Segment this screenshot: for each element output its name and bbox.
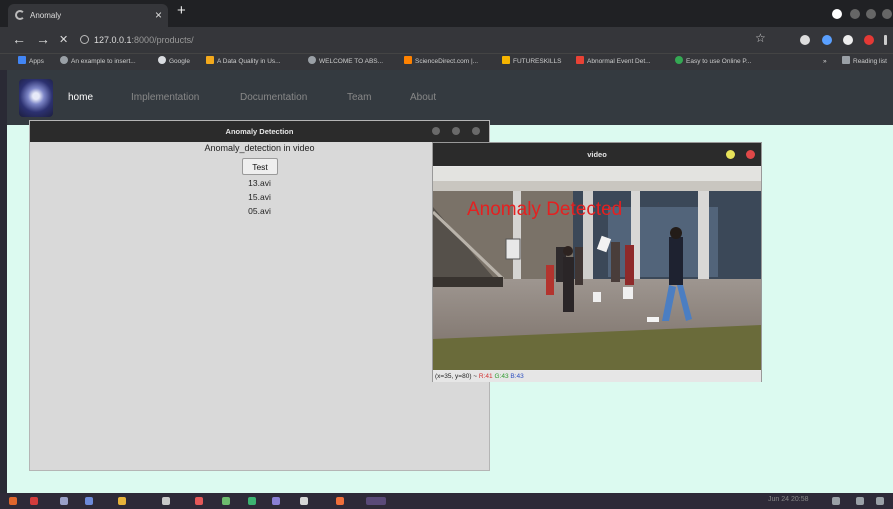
tab-close-icon[interactable]: ×: [155, 4, 162, 27]
taskbar-app-icon[interactable]: [248, 497, 256, 505]
elsevier-icon: [404, 56, 412, 64]
bookmark-item[interactable]: ScienceDirect.com |...: [404, 56, 478, 68]
bookmark-favicon: [576, 56, 584, 64]
extension-icon[interactable]: [800, 35, 810, 45]
taskbar-app-icon[interactable]: [30, 497, 38, 505]
bookmark-favicon: [675, 56, 683, 64]
status-coords: (x=35, y=80) ~: [435, 373, 478, 380]
site-info-icon[interactable]: [80, 35, 89, 44]
start-menu-icon[interactable]: [9, 497, 17, 505]
reading-list-button[interactable]: Reading list: [842, 56, 887, 68]
video-frame[interactable]: Anomaly Detected: [433, 167, 761, 370]
anomaly-overlay-label: Anomaly Detected: [467, 199, 622, 220]
volume-icon[interactable]: [856, 497, 864, 505]
nav-team[interactable]: Team: [347, 92, 371, 103]
taskbar-clock: Jun 24 20:58: [768, 496, 809, 503]
site-navbar: home Implementation Documentation Team A…: [7, 70, 893, 125]
browser-tab[interactable]: Anomaly ×: [8, 4, 168, 27]
url-path: :8000/products/: [131, 35, 194, 45]
taskbar-active-window[interactable]: [366, 497, 386, 505]
google-icon: [158, 56, 166, 64]
status-green: G:43: [494, 373, 509, 380]
taskbar-app-icon[interactable]: [336, 497, 344, 505]
nav-about[interactable]: About: [410, 92, 436, 103]
bookmark-item[interactable]: Abnormal Event Det...: [576, 56, 651, 68]
window-titlebar[interactable]: video: [433, 143, 761, 166]
os-taskbar: Jun 24 20:58: [0, 493, 893, 509]
taskbar-app-icon[interactable]: [118, 497, 126, 505]
minimize-icon[interactable]: [726, 150, 735, 159]
pixel-status-bar: (x=35, y=80) ~ R:41 G:43 B:43: [433, 371, 761, 382]
minimize-icon[interactable]: [432, 127, 440, 135]
loading-spinner-icon: [15, 10, 25, 20]
tab-title: Anomaly: [30, 11, 62, 20]
minimize-window-icon[interactable]: [850, 9, 860, 19]
file-item[interactable]: 15.avi: [30, 192, 489, 202]
stop-loading-button[interactable]: ✕: [59, 33, 68, 46]
maximize-window-icon[interactable]: [866, 9, 876, 19]
globe-icon: [308, 56, 316, 64]
more-bookmarks-icon[interactable]: »: [823, 56, 827, 68]
browser-tab-bar: Anomaly × +: [0, 0, 893, 27]
bookmarks-bar: Apps An example to insert... Google A Da…: [0, 53, 893, 70]
window-titlebar[interactable]: Anomaly Detection: [30, 121, 489, 142]
window-title: Anomaly Detection: [225, 127, 294, 136]
brain-logo-icon[interactable]: [19, 79, 53, 117]
screen: { "browser": { "tab_title": "Anomaly", "…: [0, 0, 893, 509]
status-red: R:41: [478, 373, 493, 380]
maximize-icon[interactable]: [452, 127, 460, 135]
status-blue: B:43: [510, 373, 524, 380]
nav-implementation[interactable]: Implementation: [131, 92, 199, 103]
taskbar-app-icon[interactable]: [195, 497, 203, 505]
nav-home[interactable]: home: [68, 92, 93, 103]
app-heading: Anomaly_detection in video: [204, 143, 315, 153]
video-window: video Anomaly Detected (x=35, y=80) ~ R:…: [432, 142, 762, 382]
globe-icon: [60, 56, 68, 64]
close-icon[interactable]: [746, 150, 755, 159]
taskbar-app-icon[interactable]: [300, 497, 308, 505]
taskbar-app-icon[interactable]: [60, 497, 68, 505]
close-icon[interactable]: [472, 127, 480, 135]
menu-icon[interactable]: [884, 35, 887, 45]
back-button[interactable]: ←: [12, 31, 26, 47]
network-icon[interactable]: [832, 497, 840, 505]
bookmark-item[interactable]: A Data Quality in Us...: [206, 56, 281, 68]
taskbar-app-icon[interactable]: [162, 497, 170, 505]
taskbar-app-icon[interactable]: [222, 497, 230, 505]
file-item[interactable]: 13.avi: [30, 178, 489, 188]
power-icon[interactable]: [876, 497, 884, 505]
taskbar-app-icon[interactable]: [272, 497, 280, 505]
close-window-icon[interactable]: [882, 9, 892, 19]
taskbar-app-icon[interactable]: [85, 497, 93, 505]
url-host: 127.0.0.1: [94, 35, 132, 45]
window-title: video: [587, 150, 607, 159]
profile-icon[interactable]: [832, 9, 842, 19]
bookmark-favicon: [206, 56, 214, 64]
browser-toolbar: ← → ✕ 127.0.0.1:8000/products/ ☆: [0, 27, 893, 53]
anomaly-detection-window: Anomaly Detection Anomaly_detection in v…: [29, 120, 490, 471]
puzzle-icon[interactable]: [843, 35, 853, 45]
bookmark-item[interactable]: Easy to use Online P...: [675, 56, 751, 68]
bookmark-item[interactable]: An example to insert...: [60, 56, 136, 68]
bookmark-item[interactable]: FUTURESKILLS: [502, 56, 561, 68]
forward-button[interactable]: →: [36, 31, 50, 47]
apps-grid-icon: [18, 56, 26, 64]
file-item[interactable]: 05.avi: [30, 206, 489, 216]
avatar-icon[interactable]: [864, 35, 874, 45]
address-bar[interactable]: 127.0.0.1:8000/products/: [80, 31, 770, 49]
bookmark-item[interactable]: Google: [158, 56, 190, 68]
bookmark-star-icon[interactable]: ☆: [755, 31, 766, 45]
chevron-right-icon: [502, 56, 510, 64]
new-tab-button[interactable]: +: [177, 2, 186, 19]
campus-scene-image: Anomaly Detected: [433, 167, 761, 370]
bookmark-item[interactable]: WELCOME TO ABS...: [308, 56, 383, 68]
reading-list-icon: [842, 56, 850, 64]
extension-icon[interactable]: [822, 35, 832, 45]
nav-documentation[interactable]: Documentation: [240, 92, 307, 103]
test-button[interactable]: Test: [242, 158, 278, 175]
bookmark-item[interactable]: Apps: [18, 56, 44, 68]
